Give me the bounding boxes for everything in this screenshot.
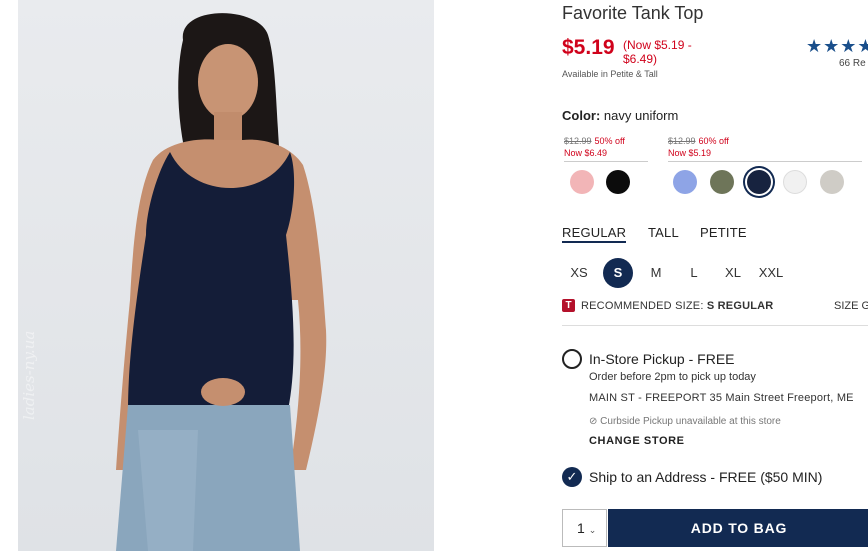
watermark: ladies-ny.ua	[20, 330, 38, 420]
recommended-size-value: S REGULAR	[706, 300, 774, 312]
tab-regular[interactable]: REGULAR	[562, 225, 627, 243]
ship-option-title[interactable]: Ship to an Address - FREE ($50 MIN)	[589, 469, 822, 485]
color-swatch-pink[interactable]	[570, 170, 594, 194]
original-price: $12.99	[564, 136, 592, 146]
model-illustration	[116, 13, 327, 551]
original-price: $12.99	[668, 136, 696, 146]
add-to-bag-button[interactable]: ADD TO BAG	[608, 509, 868, 547]
product-info-panel: Favorite Tank Top $5.19 (Now $5.19 - $6.…	[562, 0, 868, 551]
unavailable-icon: ⊘	[589, 416, 598, 427]
color-label: Color: navy uniform	[562, 108, 678, 123]
pickup-cutoff-note: Order before 2pm to pick up today	[589, 371, 756, 383]
size-xxl[interactable]: XXL	[756, 258, 786, 288]
recommended-size-label: RECOMMENDED SIZE:	[581, 300, 704, 312]
size-m[interactable]: M	[641, 258, 671, 288]
size-xs[interactable]: XS	[564, 258, 594, 288]
recommended-size: RECOMMENDED SIZE: S REGULAR	[581, 300, 773, 312]
color-swatch-white[interactable]	[783, 170, 807, 194]
curbside-text: Curbside Pickup unavailable at this stor…	[600, 416, 781, 427]
change-store-link[interactable]: CHANGE STORE	[589, 435, 685, 447]
color-value: navy uniform	[603, 108, 679, 123]
brand-t-icon: T	[562, 299, 575, 312]
size-s[interactable]: S	[603, 258, 633, 288]
price-range: (Now $5.19 - $6.49)	[623, 38, 692, 66]
pickup-option-title[interactable]: In-Store Pickup - FREE	[589, 351, 735, 367]
price-group-1: $12.99 50% off Now $6.49	[564, 135, 648, 162]
quantity-value: 1	[577, 520, 585, 536]
discount-label: 60% off	[698, 136, 729, 146]
product-image[interactable]: ladies-ny.ua	[18, 0, 434, 551]
color-swatch-periwinkle[interactable]	[673, 170, 697, 194]
color-label-key: Color:	[562, 108, 601, 123]
tab-tall[interactable]: TALL	[648, 225, 679, 240]
ship-checked-icon[interactable]: ✓	[562, 467, 582, 487]
product-title: Favorite Tank Top	[562, 3, 704, 23]
size-guide-link[interactable]: SIZE G	[834, 300, 868, 312]
chevron-down-icon: ⌄	[588, 525, 597, 535]
color-swatch-navy[interactable]	[747, 170, 771, 194]
quantity-select[interactable]: 1 ⌄	[562, 509, 607, 547]
discount-label: 50% off	[594, 136, 625, 146]
size-xl[interactable]: XL	[718, 258, 748, 288]
color-swatch-heather-gray[interactable]	[820, 170, 844, 194]
tab-petite[interactable]: PETITE	[700, 225, 747, 240]
product-price: $5.19	[562, 36, 615, 59]
color-swatch-black[interactable]	[606, 170, 630, 194]
rating-stars[interactable]: ★★★★	[806, 36, 868, 57]
color-swatch-olive[interactable]	[710, 170, 734, 194]
size-l[interactable]: L	[679, 258, 709, 288]
price-group-2: $12.99 60% off Now $5.19	[668, 135, 862, 162]
pickup-radio[interactable]	[562, 349, 582, 369]
curbside-note: ⊘ Curbside Pickup unavailable at this st…	[589, 416, 781, 427]
store-address: MAIN ST - FREEPORT 35 Main Street Freepo…	[589, 392, 854, 404]
review-count-link[interactable]: 66 Re	[839, 58, 866, 69]
availability-note: Available in Petite & Tall	[562, 69, 658, 79]
divider	[562, 325, 868, 326]
sale-price: Now $6.49	[564, 148, 608, 158]
sale-price: Now $5.19	[668, 148, 712, 158]
